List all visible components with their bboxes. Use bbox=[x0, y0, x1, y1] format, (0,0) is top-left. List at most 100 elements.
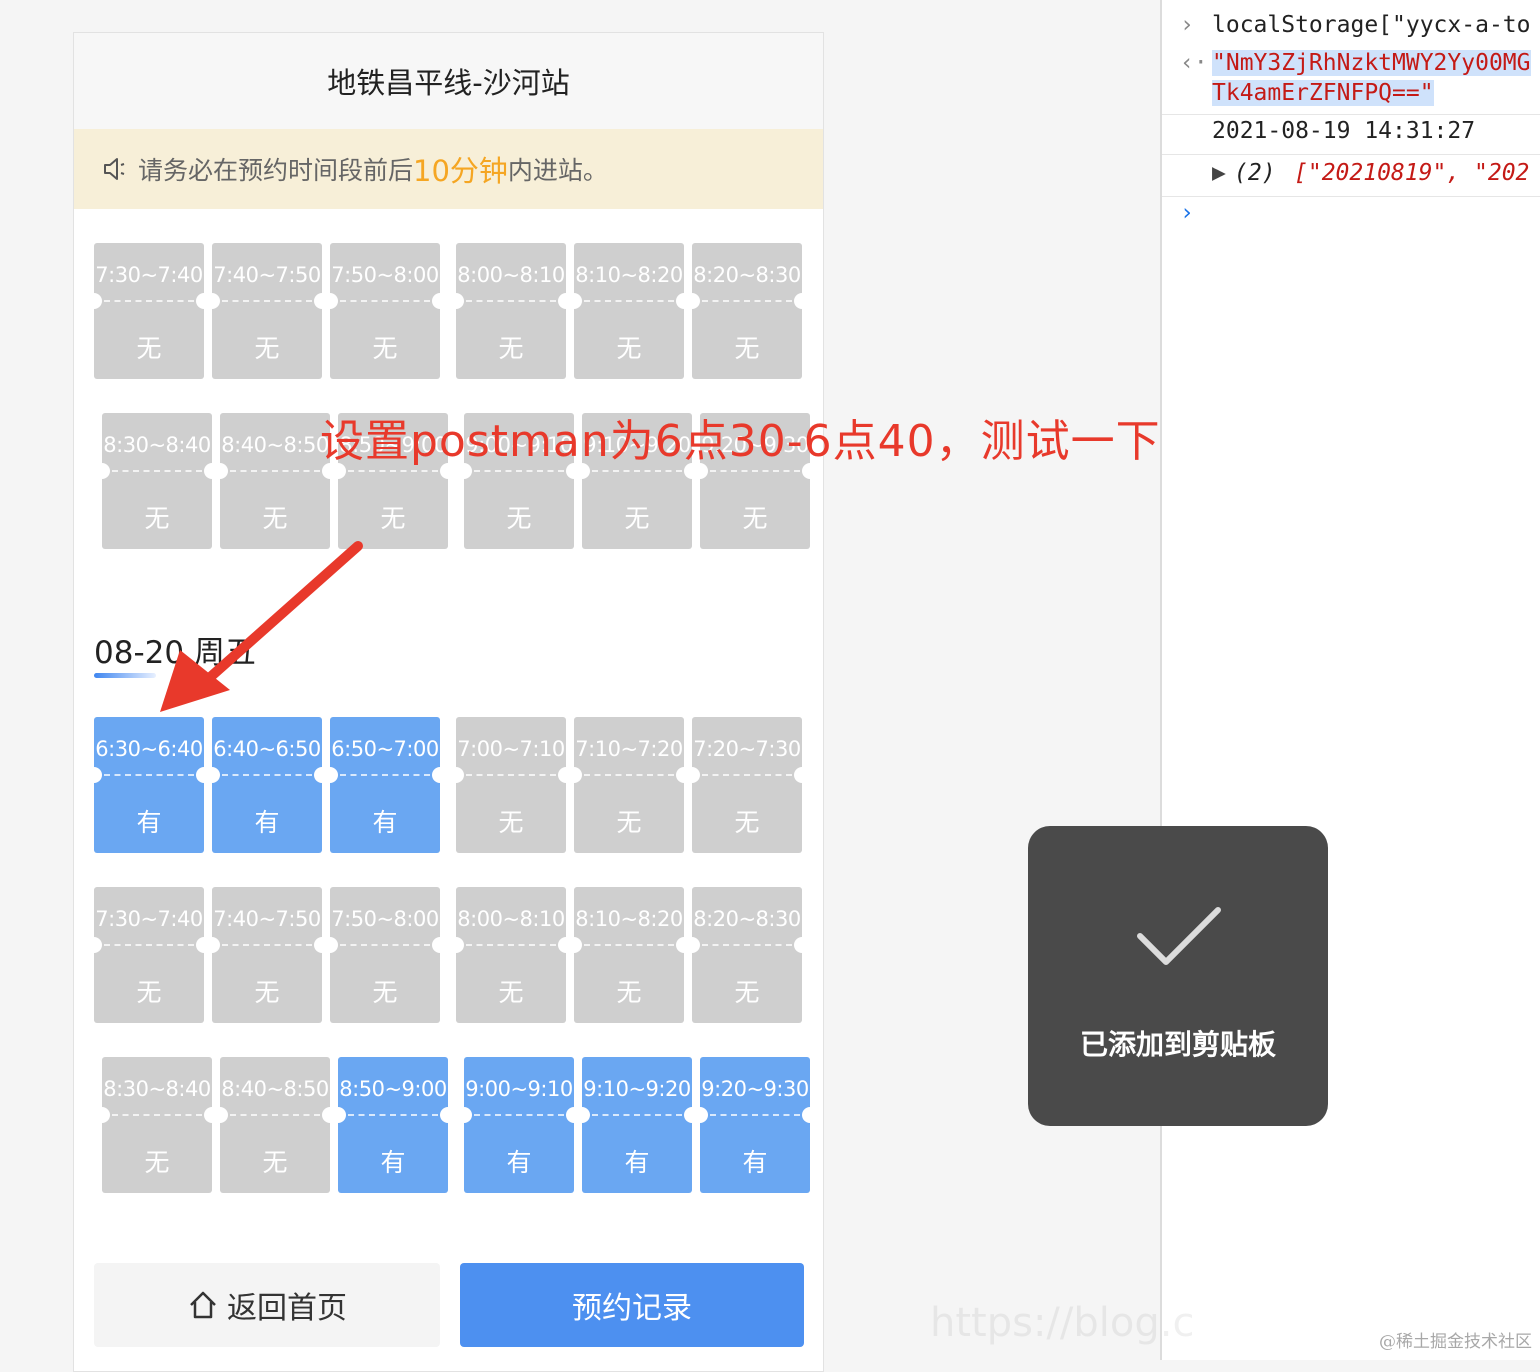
ticket-notch bbox=[94, 463, 110, 479]
time-slot-ticket[interactable]: 6:40~6:50 有 bbox=[204, 717, 330, 857]
ticket-divider bbox=[340, 944, 430, 946]
ticket-teeth bbox=[464, 1189, 574, 1197]
ticket-divider bbox=[222, 774, 312, 776]
ticket-teeth bbox=[338, 1189, 448, 1197]
time-slot-ticket[interactable]: 7:40~7:50 无 bbox=[204, 243, 330, 383]
slot-time: 8:10~8:20 bbox=[575, 263, 683, 287]
slot-time: 8:20~8:30 bbox=[693, 907, 801, 931]
time-slot-ticket[interactable]: 8:10~8:20 无 bbox=[566, 243, 692, 383]
slot-status: 无 bbox=[144, 1148, 170, 1177]
time-slot-ticket[interactable]: 8:00~8:10 无 bbox=[448, 887, 574, 1027]
console-input-row[interactable]: › localStorage["yycx-a-to bbox=[1162, 12, 1540, 46]
console-output-row[interactable]: ‹· "NmY3ZjRhNzktMWY2Yy00MG Tk4amErZFNFPQ… bbox=[1162, 50, 1540, 110]
ticket-divider bbox=[466, 300, 556, 302]
time-slot-ticket[interactable]: 7:30~7:40 无 bbox=[86, 887, 212, 1027]
ticket-divider bbox=[474, 470, 564, 472]
time-slot-ticket[interactable]: 9:00~9:10 有 bbox=[456, 1057, 582, 1197]
time-slot-ticket[interactable]: 8:30~8:40 无 bbox=[94, 1057, 220, 1197]
time-slot-ticket[interactable]: 7:50~8:00 无 bbox=[322, 887, 448, 1027]
slot-time: 7:40~7:50 bbox=[213, 263, 321, 287]
console-input[interactable]: localStorage["yycx-a-to bbox=[1212, 12, 1531, 38]
ticket-divider bbox=[230, 1114, 320, 1116]
toast-message: 已添加到剪贴板 bbox=[1079, 1028, 1276, 1061]
site-watermark: @稀土掘金技术社区 bbox=[1379, 1332, 1532, 1352]
ticket-notch bbox=[432, 293, 448, 309]
ticket-divider bbox=[710, 1114, 800, 1116]
console-output-line1[interactable]: "NmY3ZjRhNzktMWY2Yy00MG bbox=[1212, 50, 1531, 76]
console-divider bbox=[1162, 114, 1540, 115]
time-slot-ticket[interactable]: 7:20~7:30 无 bbox=[684, 717, 810, 857]
time-slot-ticket[interactable]: 8:30~8:40 无 bbox=[94, 413, 220, 553]
ticket-divider bbox=[702, 774, 792, 776]
prompt-chevron-icon: › bbox=[1180, 200, 1194, 226]
ticket-teeth bbox=[102, 1189, 212, 1197]
slot-status: 有 bbox=[254, 808, 280, 837]
slot-time: 8:30~8:40 bbox=[103, 433, 211, 457]
time-slot-ticket[interactable]: 8:10~8:20 无 bbox=[566, 887, 692, 1027]
console-log-row: 2021-08-19 14:31:27 bbox=[1162, 118, 1540, 152]
slot-time: 7:30~7:40 bbox=[95, 263, 203, 287]
records-button[interactable]: 预约记录 bbox=[460, 1263, 804, 1347]
notice-text-prefix: 请务必在预约时间段前后 bbox=[138, 156, 414, 185]
time-slot-ticket[interactable]: 7:40~7:50 无 bbox=[204, 887, 330, 1027]
slot-time: 9:20~9:30 bbox=[701, 1077, 809, 1101]
time-slot-ticket[interactable]: 6:30~6:40 有 bbox=[86, 717, 212, 857]
slot-list[interactable]: 7:30~7:40 无 7:40~7:50 无 7:50~8:00 无 8:00~8:10 无… bbox=[74, 209, 823, 1371]
ticket-teeth bbox=[582, 545, 692, 553]
time-slot-ticket[interactable]: 7:30~7:40 无 bbox=[86, 243, 212, 383]
slot-status: 无 bbox=[498, 334, 524, 363]
ticket-teeth bbox=[212, 849, 322, 857]
ticket-notch bbox=[212, 463, 228, 479]
slot-status: 无 bbox=[372, 334, 398, 363]
ticket-notch bbox=[684, 293, 700, 309]
slot-status: 有 bbox=[136, 808, 162, 837]
ticket-teeth bbox=[212, 1019, 322, 1027]
expand-triangle-icon[interactable]: ▶ bbox=[1212, 160, 1226, 186]
slot-time: 8:20~8:30 bbox=[693, 263, 801, 287]
home-button[interactable]: 返回首页 bbox=[94, 1263, 440, 1347]
slot-status: 无 bbox=[616, 334, 642, 363]
time-slot-ticket[interactable]: 8:20~8:30 无 bbox=[684, 887, 810, 1027]
time-slot-ticket[interactable]: 7:50~8:00 无 bbox=[322, 243, 448, 383]
ticket-divider bbox=[592, 470, 682, 472]
ticket-teeth bbox=[94, 1019, 204, 1027]
time-slot-ticket[interactable]: 7:00~7:10 无 bbox=[448, 717, 574, 857]
console-output-line2[interactable]: Tk4amErZFNFPQ==" bbox=[1212, 80, 1434, 106]
slot-status: 无 bbox=[136, 334, 162, 363]
time-slot-ticket[interactable]: 8:40~8:50 无 bbox=[212, 413, 338, 553]
ticket-teeth bbox=[330, 849, 440, 857]
slot-time: 7:30~7:40 bbox=[95, 907, 203, 931]
ticket-divider bbox=[230, 470, 320, 472]
time-slot-ticket[interactable]: 8:40~8:50 无 bbox=[212, 1057, 338, 1197]
notice-text-suffix: 内进站。 bbox=[507, 156, 608, 185]
slot-time: 6:40~6:50 bbox=[213, 737, 321, 761]
time-slot-ticket[interactable]: 8:20~8:30 无 bbox=[684, 243, 810, 383]
slot-time: 8:10~8:20 bbox=[575, 907, 683, 931]
slot-time: 8:30~8:40 bbox=[103, 1077, 211, 1101]
ticket-teeth bbox=[456, 375, 566, 383]
ticket-teeth bbox=[464, 545, 574, 553]
console-prompt[interactable]: › bbox=[1162, 200, 1540, 234]
ticket-divider bbox=[340, 774, 430, 776]
slot-status: 无 bbox=[616, 978, 642, 1007]
slot-status: 有 bbox=[624, 1148, 650, 1177]
slot-status: 有 bbox=[506, 1148, 532, 1177]
console-log-timestamp: 2021-08-19 14:31:27 bbox=[1212, 118, 1476, 144]
slot-time: 7:20~7:30 bbox=[693, 737, 801, 761]
console-array-row[interactable]: ▶ (2) ["20210819", "202 bbox=[1162, 160, 1540, 194]
ticket-teeth bbox=[574, 375, 684, 383]
ticket-divider bbox=[340, 300, 430, 302]
clipboard-toast: 已添加到剪贴板 bbox=[1028, 826, 1328, 1126]
ticket-divider bbox=[104, 774, 194, 776]
ticket-notch bbox=[456, 1107, 472, 1123]
time-slot-ticket[interactable]: 8:50~9:00 有 bbox=[330, 1057, 456, 1197]
time-slot-ticket[interactable]: 7:10~7:20 无 bbox=[566, 717, 692, 857]
ticket-divider bbox=[702, 300, 792, 302]
ticket-notch bbox=[566, 937, 582, 953]
time-slot-ticket[interactable]: 6:50~7:00 有 bbox=[322, 717, 448, 857]
time-slot-ticket[interactable]: 9:20~9:30 有 bbox=[692, 1057, 818, 1197]
time-slot-ticket[interactable]: 8:00~8:10 无 bbox=[448, 243, 574, 383]
ticket-notch bbox=[448, 293, 464, 309]
ticket-divider bbox=[584, 774, 674, 776]
time-slot-ticket[interactable]: 9:10~9:20 有 bbox=[574, 1057, 700, 1197]
